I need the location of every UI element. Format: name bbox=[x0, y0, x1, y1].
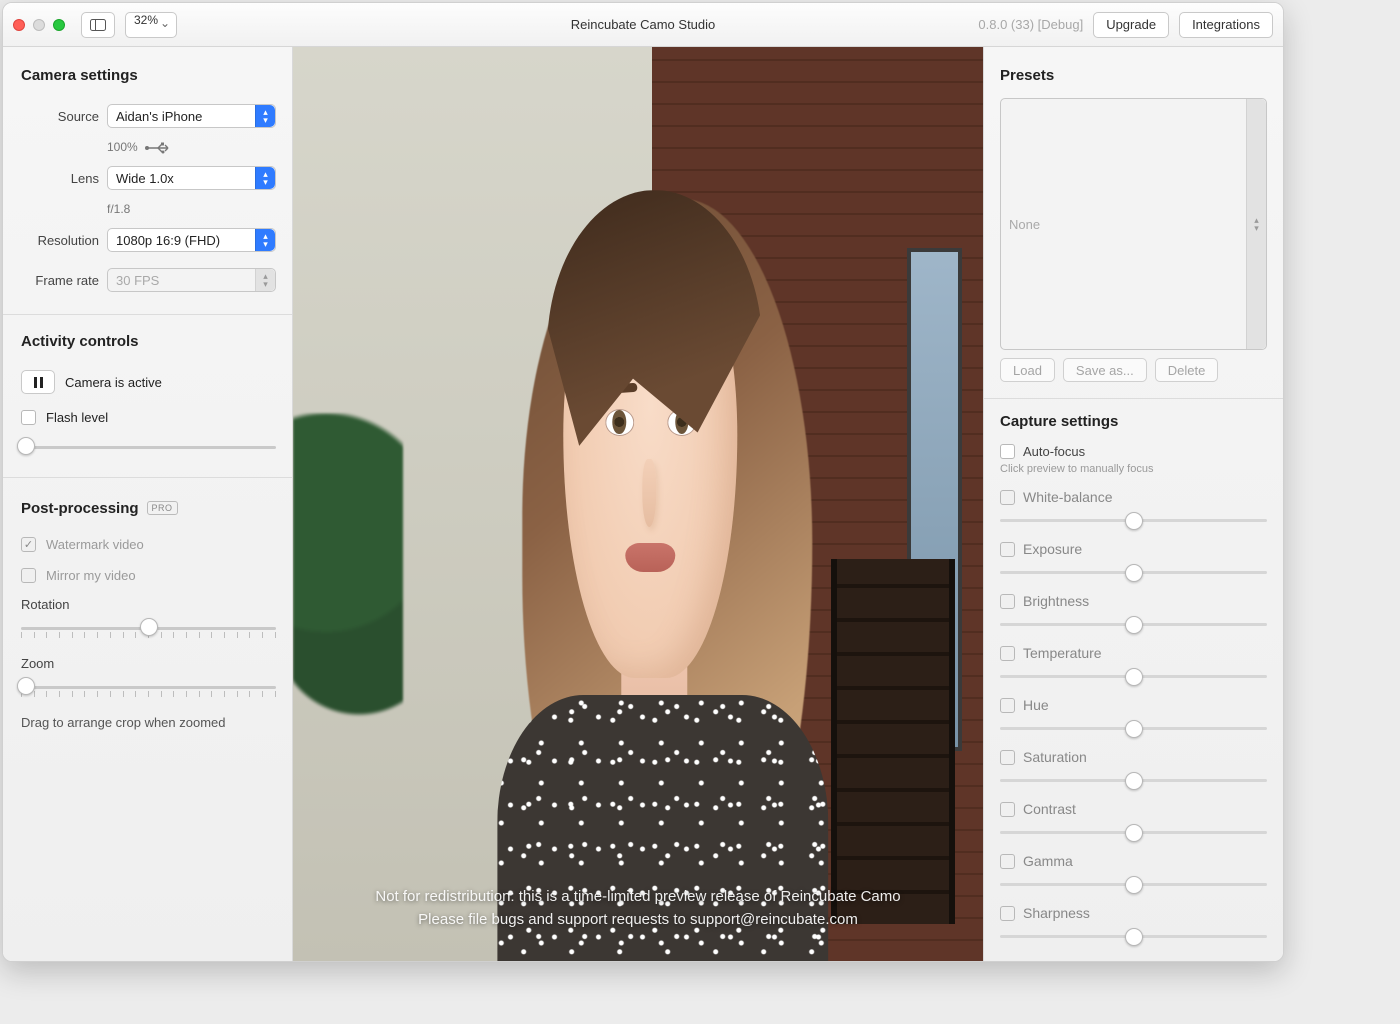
zoom-label: Zoom bbox=[21, 656, 276, 671]
delete-preset-button[interactable]: Delete bbox=[1155, 358, 1219, 382]
brightness-checkbox[interactable] bbox=[1000, 594, 1015, 609]
saturation-checkbox[interactable] bbox=[1000, 750, 1015, 765]
saturation-label: Saturation bbox=[1023, 749, 1087, 765]
stepper-icon bbox=[255, 167, 275, 189]
mirror-checkbox bbox=[21, 568, 36, 583]
flash-level-checkbox[interactable] bbox=[21, 410, 36, 425]
version-label: 0.8.0 (33) [Debug] bbox=[978, 17, 1083, 32]
resolution-select[interactable]: 1080p 16:9 (FHD) bbox=[107, 228, 276, 252]
app-window: 32% Reincubate Camo Studio 0.8.0 (33) [D… bbox=[2, 2, 1284, 962]
stepper-icon bbox=[1246, 99, 1266, 349]
temperature-checkbox[interactable] bbox=[1000, 646, 1015, 661]
divider bbox=[984, 398, 1283, 399]
zoom-select[interactable]: 32% bbox=[125, 12, 177, 38]
usb-icon bbox=[144, 142, 164, 152]
camera-status-label: Camera is active bbox=[65, 375, 162, 390]
sharpness-slider[interactable] bbox=[1000, 927, 1267, 947]
divider bbox=[3, 477, 292, 478]
resolution-value: 1080p 16:9 (FHD) bbox=[116, 233, 220, 248]
upgrade-button[interactable]: Upgrade bbox=[1093, 12, 1169, 38]
preview-watermark: Not for redistribution: this is a time-l… bbox=[293, 886, 983, 931]
framerate-label: Frame rate bbox=[21, 273, 99, 288]
mirror-label: Mirror my video bbox=[46, 568, 136, 583]
hue-checkbox[interactable] bbox=[1000, 698, 1015, 713]
brightness-slider[interactable] bbox=[1000, 615, 1267, 635]
presets-heading: Presets bbox=[1000, 67, 1267, 84]
resolution-label: Resolution bbox=[21, 233, 99, 248]
pro-badge: PRO bbox=[147, 501, 178, 515]
right-panel: Presets None Load Save as... Delete Capt… bbox=[983, 47, 1283, 961]
exposure-slider[interactable] bbox=[1000, 563, 1267, 583]
pause-camera-button[interactable] bbox=[21, 370, 55, 394]
integrations-button[interactable]: Integrations bbox=[1179, 12, 1273, 38]
post-processing-heading: Post-processing bbox=[21, 500, 139, 517]
zoom-value: 32% bbox=[134, 13, 158, 27]
titlebar: 32% Reincubate Camo Studio 0.8.0 (33) [D… bbox=[3, 3, 1283, 47]
gamma-label: Gamma bbox=[1023, 853, 1073, 869]
source-label: Source bbox=[21, 109, 99, 124]
preset-value: None bbox=[1009, 217, 1040, 232]
sharpness-label: Sharpness bbox=[1023, 905, 1090, 921]
sharpness-checkbox[interactable] bbox=[1000, 906, 1015, 921]
hue-label: Hue bbox=[1023, 697, 1049, 713]
contrast-slider[interactable] bbox=[1000, 823, 1267, 843]
sidebar-toggle-button[interactable] bbox=[81, 12, 115, 38]
save-preset-button[interactable]: Save as... bbox=[1063, 358, 1147, 382]
lens-select[interactable]: Wide 1.0x bbox=[107, 166, 276, 190]
rotation-label: Rotation bbox=[21, 597, 276, 612]
camera-settings-heading: Camera settings bbox=[21, 67, 276, 84]
minimize-window-icon[interactable] bbox=[33, 19, 45, 31]
stepper-icon bbox=[255, 229, 275, 251]
zoom-slider[interactable] bbox=[21, 677, 276, 699]
capture-settings-heading: Capture settings bbox=[1000, 413, 1267, 430]
exposure-label: Exposure bbox=[1023, 541, 1082, 557]
white-balance-label: White-balance bbox=[1023, 489, 1113, 505]
aperture-label: f/1.8 bbox=[107, 202, 130, 216]
hue-slider[interactable] bbox=[1000, 719, 1267, 739]
contrast-checkbox[interactable] bbox=[1000, 802, 1015, 817]
stepper-icon bbox=[255, 105, 275, 127]
divider bbox=[3, 314, 292, 315]
gamma-slider[interactable] bbox=[1000, 875, 1267, 895]
flash-level-slider[interactable] bbox=[21, 437, 276, 459]
source-select[interactable]: Aidan's iPhone bbox=[107, 104, 276, 128]
watermark-checkbox bbox=[21, 537, 36, 552]
preview-scene bbox=[293, 47, 983, 961]
lens-label: Lens bbox=[21, 171, 99, 186]
stepper-icon bbox=[255, 269, 275, 291]
activity-controls-heading: Activity controls bbox=[21, 333, 276, 350]
white-balance-checkbox[interactable] bbox=[1000, 490, 1015, 505]
brightness-label: Brightness bbox=[1023, 593, 1089, 609]
load-preset-button[interactable]: Load bbox=[1000, 358, 1055, 382]
framerate-select: 30 FPS bbox=[107, 268, 276, 292]
gamma-checkbox[interactable] bbox=[1000, 854, 1015, 869]
temperature-label: Temperature bbox=[1023, 645, 1102, 661]
white-balance-slider[interactable] bbox=[1000, 511, 1267, 531]
saturation-slider[interactable] bbox=[1000, 771, 1267, 791]
watermark-line2: Please file bugs and support requests to… bbox=[313, 909, 963, 932]
temperature-slider[interactable] bbox=[1000, 667, 1267, 687]
zoom-hint: Drag to arrange crop when zoomed bbox=[21, 715, 276, 730]
source-value: Aidan's iPhone bbox=[116, 109, 202, 124]
flash-level-label: Flash level bbox=[46, 410, 108, 425]
close-window-icon[interactable] bbox=[13, 19, 25, 31]
watermark-label: Watermark video bbox=[46, 537, 144, 552]
video-preview[interactable]: Not for redistribution: this is a time-l… bbox=[293, 47, 983, 961]
focus-hint: Click preview to manually focus bbox=[1000, 463, 1267, 475]
autofocus-label: Auto-focus bbox=[1023, 444, 1085, 459]
lens-value: Wide 1.0x bbox=[116, 171, 174, 186]
left-panel: Camera settings Source Aidan's iPhone 10… bbox=[3, 47, 293, 961]
rotation-slider[interactable] bbox=[21, 618, 276, 640]
exposure-checkbox[interactable] bbox=[1000, 542, 1015, 557]
framerate-value: 30 FPS bbox=[116, 273, 159, 288]
fullscreen-window-icon[interactable] bbox=[53, 19, 65, 31]
contrast-label: Contrast bbox=[1023, 801, 1076, 817]
battery-label: 100% bbox=[107, 140, 138, 154]
preset-select[interactable]: None bbox=[1000, 98, 1267, 350]
watermark-line1: Not for redistribution: this is a time-l… bbox=[313, 886, 963, 909]
autofocus-checkbox[interactable] bbox=[1000, 444, 1015, 459]
window-controls bbox=[13, 19, 65, 31]
